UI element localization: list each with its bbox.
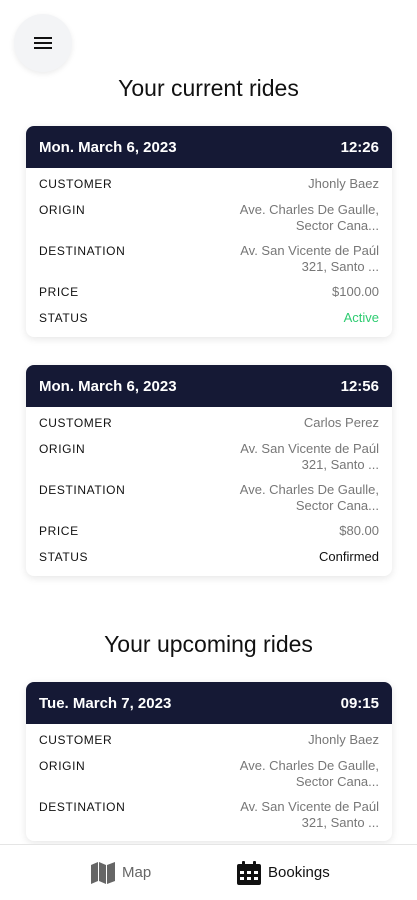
ride-date: Tue. March 7, 2023: [39, 694, 172, 712]
ride-date: Mon. March 6, 2023: [39, 138, 177, 156]
ride-card-header: Mon. March 6, 2023 12:26: [26, 126, 392, 168]
destination-label: DESTINATION: [39, 244, 126, 258]
nav-map-label: Map: [122, 864, 152, 881]
ride-date: Mon. March 6, 2023: [39, 377, 177, 395]
customer-value: Carlos Perez: [303, 415, 379, 430]
ride-time: 12:56: [340, 377, 379, 395]
customer-row: CUSTOMER Jhonly Baez: [39, 732, 379, 749]
calendar-icon: [237, 860, 261, 885]
ride-card[interactable]: Mon. March 6, 2023 12:56 CUSTOMER Carlos…: [26, 365, 392, 576]
origin-label: ORIGIN: [39, 203, 86, 217]
customer-value: Jhonly Baez: [308, 176, 379, 191]
ride-card-header: Mon. March 6, 2023 12:56: [26, 365, 392, 407]
ride-card[interactable]: Mon. March 6, 2023 12:26 CUSTOMER Jhonly…: [26, 126, 392, 337]
customer-row: CUSTOMER Carlos Perez: [39, 415, 379, 432]
customer-row: CUSTOMER Jhonly Baez: [39, 176, 379, 193]
origin-value: Av. San Vicente de Paúl 321, Santo ...: [240, 441, 379, 472]
upcoming-rides-title: Your upcoming rides: [104, 631, 313, 657]
origin-value: Ave. Charles De Gaulle, Sector Cana...: [239, 202, 379, 233]
price-row: PRICE $100.00: [39, 284, 379, 301]
bottom-nav: Map Bookings: [0, 844, 417, 900]
origin-label: ORIGIN: [39, 759, 86, 773]
price-label: PRICE: [39, 285, 79, 299]
price-value: $100.00: [332, 284, 379, 299]
status-row: STATUS Active: [39, 310, 379, 327]
origin-row: ORIGIN Ave. Charles De Gaulle, Sector Ca…: [39, 758, 379, 790]
customer-label: CUSTOMER: [39, 177, 113, 191]
status-value: Confirmed: [319, 549, 379, 564]
customer-value: Jhonly Baez: [308, 732, 379, 747]
ride-time: 12:26: [340, 138, 379, 156]
ride-time: 09:15: [340, 694, 379, 712]
destination-value: Ave. Charles De Gaulle, Sector Cana...: [239, 482, 379, 513]
destination-value: Av. San Vicente de Paúl 321, Santo ...: [240, 799, 379, 830]
origin-row: ORIGIN Ave. Charles De Gaulle, Sector Ca…: [39, 202, 379, 234]
customer-label: CUSTOMER: [39, 416, 113, 430]
map-icon: [91, 861, 115, 884]
destination-row: DESTINATION Av. San Vicente de Paúl 321,…: [39, 243, 379, 275]
ride-card[interactable]: Tue. March 7, 2023 09:15 CUSTOMER Jhonly…: [26, 682, 392, 841]
origin-label: ORIGIN: [39, 442, 86, 456]
status-label: STATUS: [39, 311, 89, 325]
destination-label: DESTINATION: [39, 483, 126, 497]
current-rides-title: Your current rides: [118, 75, 299, 101]
price-label: PRICE: [39, 524, 79, 538]
destination-row: DESTINATION Av. San Vicente de Paúl 321,…: [39, 799, 379, 831]
price-value: $80.00: [339, 523, 379, 538]
nav-bookings[interactable]: Bookings: [236, 860, 330, 886]
nav-map[interactable]: Map: [90, 861, 151, 885]
destination-row: DESTINATION Ave. Charles De Gaulle, Sect…: [39, 482, 379, 514]
status-value: Active: [343, 310, 379, 325]
destination-label: DESTINATION: [39, 800, 126, 814]
origin-value: Ave. Charles De Gaulle, Sector Cana...: [239, 758, 379, 789]
destination-value: Av. San Vicente de Paúl 321, Santo ...: [240, 243, 379, 274]
origin-row: ORIGIN Av. San Vicente de Paúl 321, Sant…: [39, 441, 379, 473]
price-row: PRICE $80.00: [39, 523, 379, 540]
customer-label: CUSTOMER: [39, 733, 113, 747]
status-label: STATUS: [39, 550, 89, 564]
ride-card-header: Tue. March 7, 2023 09:15: [26, 682, 392, 724]
nav-bookings-label: Bookings: [268, 864, 330, 881]
menu-button[interactable]: [14, 14, 72, 72]
status-row: STATUS Confirmed: [39, 549, 379, 566]
hamburger-menu-icon: [34, 37, 52, 49]
